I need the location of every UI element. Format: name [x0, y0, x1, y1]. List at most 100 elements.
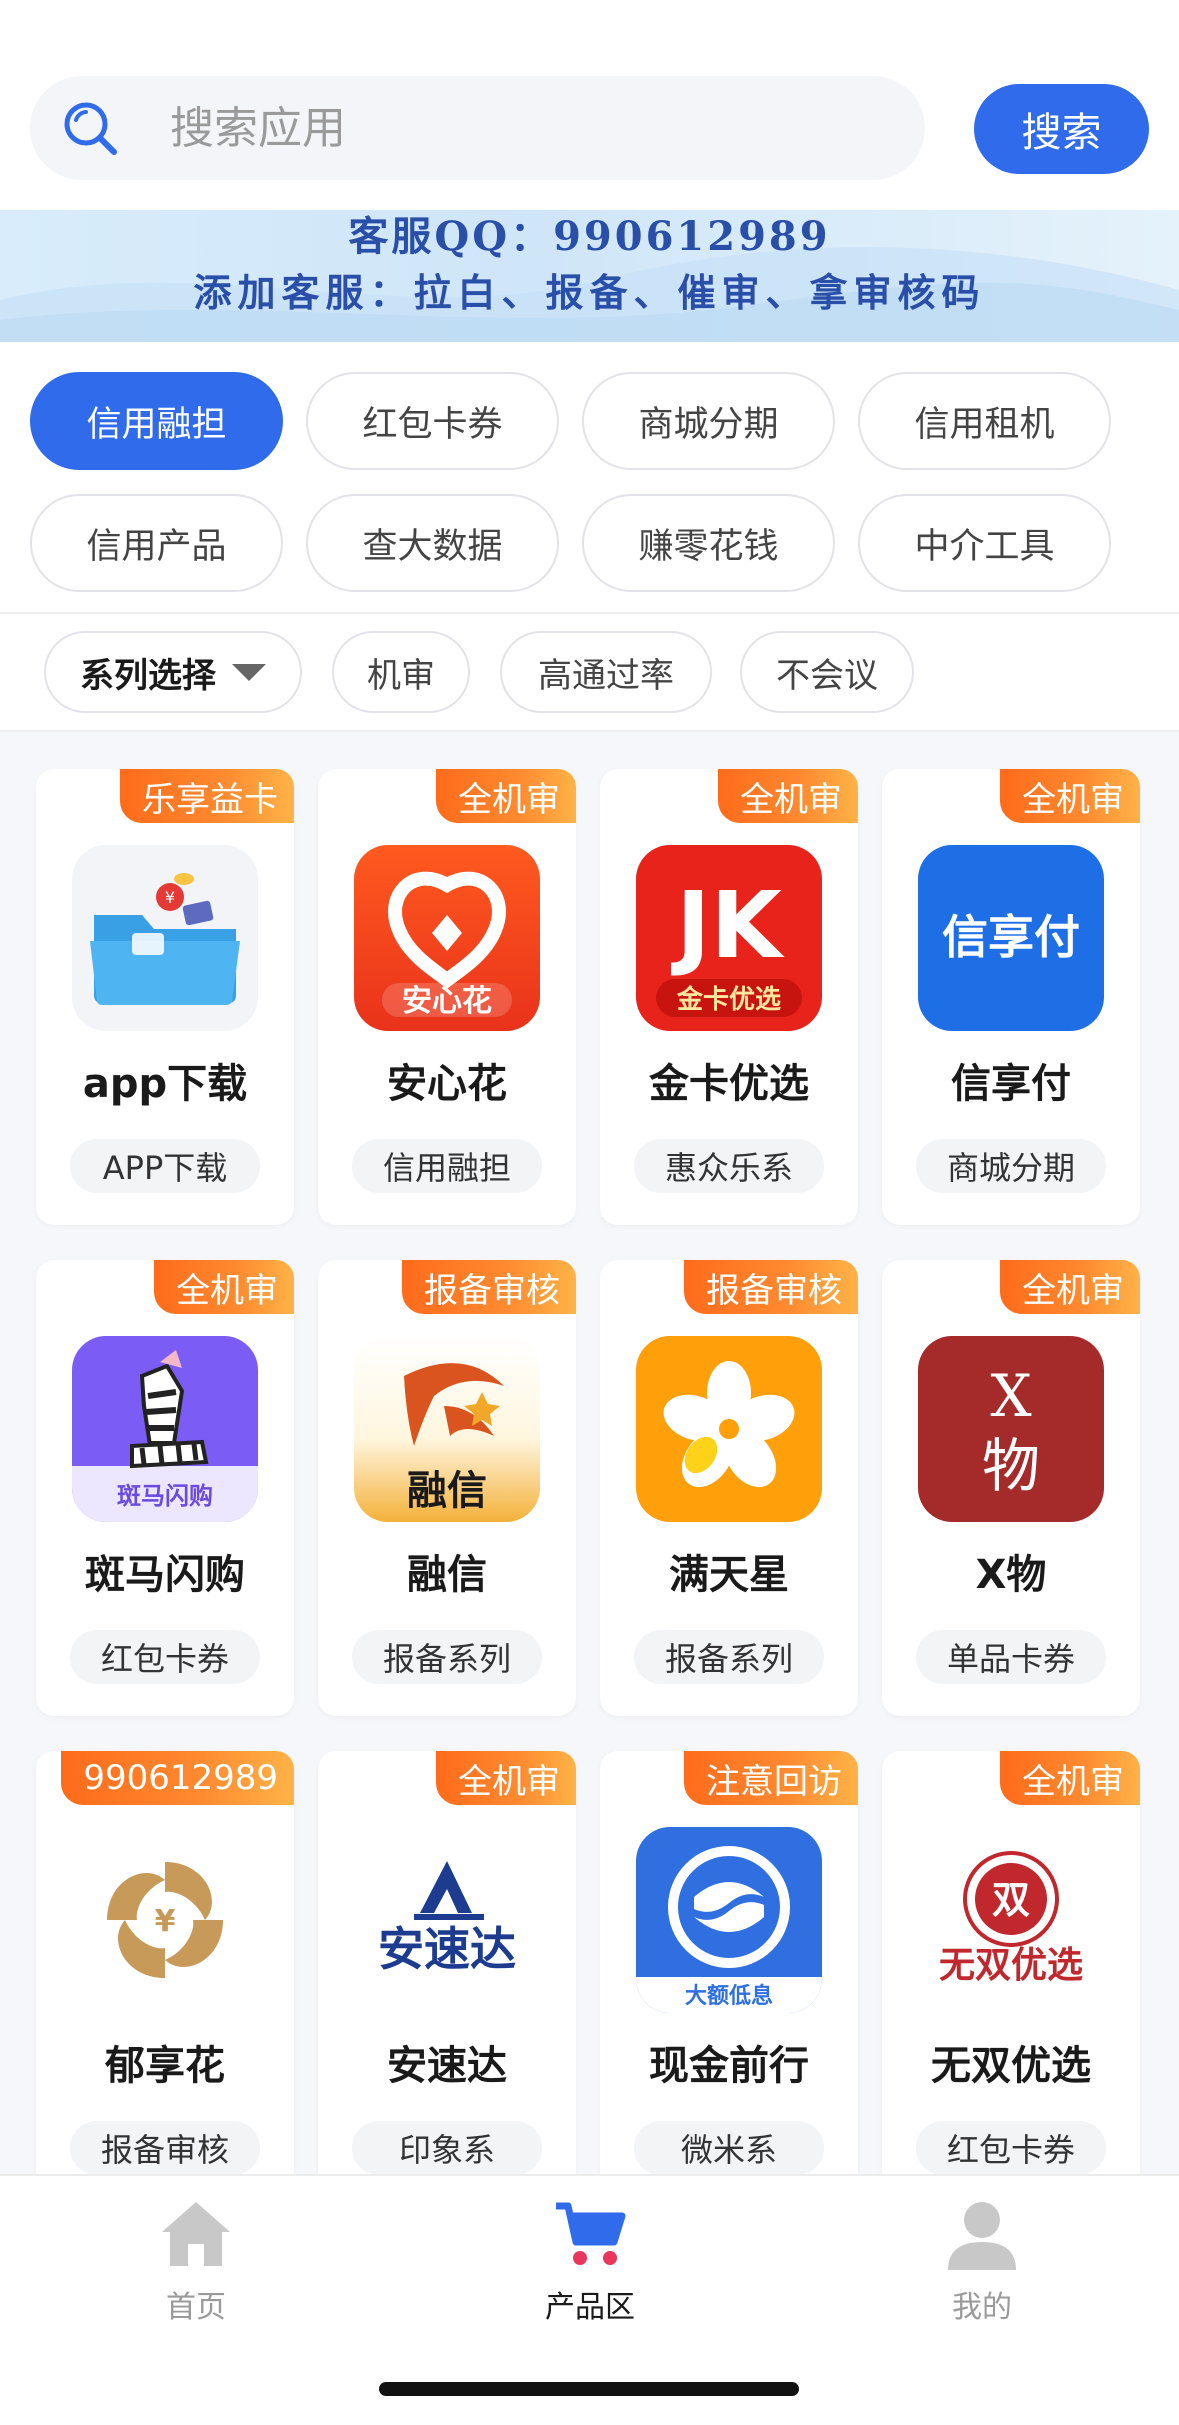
icon-text: 安速达	[378, 1922, 516, 1976]
nav-mine-label: 我的	[952, 2290, 1012, 2325]
product-tag: 全机审	[1000, 1751, 1140, 1805]
wushuang-icon: 双 无双优选	[918, 1827, 1104, 2013]
chevron-down-icon	[232, 663, 266, 681]
product-name: 斑马闪购	[85, 1552, 245, 1598]
product-card[interactable]: 全机审 安速达 安速达 印象系	[318, 1751, 576, 2174]
category-chip-phone-rental[interactable]: 信用租机	[858, 372, 1111, 470]
product-series: 报备系列	[352, 1630, 542, 1684]
icon-text: 安心花	[402, 984, 492, 1019]
product-tag: 全机审	[436, 769, 576, 823]
category-chip-credit-products[interactable]: 信用产品	[30, 494, 283, 592]
product-card[interactable]: 报备审核 满天星 报备系列	[600, 1260, 858, 1716]
search-box[interactable]	[30, 76, 925, 180]
product-tag: 报备审核	[684, 1260, 858, 1314]
svg-text:¥: ¥	[165, 888, 175, 907]
icon-text: 信享付	[942, 910, 1080, 964]
category-chip-mall-installment[interactable]: 商城分期	[582, 372, 835, 470]
icon-subtext: 金卡优选	[676, 984, 781, 1015]
search-input[interactable]	[170, 76, 890, 180]
product-series: 信用融担	[352, 1139, 542, 1193]
category-chip-big-data[interactable]: 查大数据	[306, 494, 559, 592]
nav-mine[interactable]: 我的	[882, 2190, 1082, 2325]
product-card[interactable]: 全机审 X 物 X物 单品卡券	[882, 1260, 1140, 1716]
product-name: 金卡优选	[649, 1061, 809, 1107]
category-chip-agent-tools[interactable]: 中介工具	[858, 494, 1111, 592]
product-tag: 全机审	[718, 769, 858, 823]
jk-icon: JK 金卡优选	[636, 845, 822, 1031]
product-name: 满天星	[669, 1552, 789, 1598]
icon-text: JK	[670, 872, 785, 979]
product-tag: 全机审	[436, 1751, 576, 1805]
product-name: 无双优选	[931, 2043, 1091, 2089]
home-indicator	[379, 2382, 799, 2396]
product-card[interactable]: 全机审 安心花 安心花 信用融担	[318, 769, 576, 1225]
product-name: 郁享花	[105, 2043, 225, 2089]
search-bar: 搜索	[0, 0, 1179, 210]
product-card[interactable]: 全机审 信享付 信享付 商城分期	[882, 769, 1140, 1225]
filter-no-meeting[interactable]: 不会议	[740, 631, 914, 713]
customer-service-banner[interactable]: 客服QQ：990612989 添加客服：拉白、报备、催审、拿审核码	[0, 210, 1179, 342]
icon-text: ¥	[155, 1904, 176, 1939]
product-tag: 全机审	[1000, 769, 1140, 823]
category-chip-earn-money[interactable]: 赚零花钱	[582, 494, 835, 592]
product-name: X物	[975, 1552, 1047, 1598]
nav-home[interactable]: 首页	[96, 2190, 296, 2325]
user-icon	[948, 2202, 1016, 2270]
icon-text: 斑马闪购	[117, 1482, 213, 1510]
product-series: 印象系	[352, 2121, 542, 2174]
icon-text: 无双优选	[939, 1945, 1083, 1986]
swirl-yuan-icon: ¥	[72, 1827, 258, 2013]
xwu-icon: X 物	[918, 1336, 1104, 1522]
flower-icon	[636, 1336, 822, 1522]
product-name: 现金前行	[649, 2043, 809, 2089]
product-name: 融信	[407, 1552, 487, 1598]
product-tag: 全机审	[154, 1260, 294, 1314]
cart-icon	[556, 2202, 626, 2265]
product-name: 安速达	[387, 2043, 507, 2089]
nav-products-label: 产品区	[545, 2290, 635, 2325]
zebra-icon: 斑马闪购	[72, 1336, 258, 1522]
app-screen: 搜索 客服QQ：990612989 添加客服：拉白、报备、催审、拿审核码 信用融…	[0, 0, 1179, 2425]
product-series: 报备系列	[634, 1630, 824, 1684]
nav-home-label: 首页	[166, 2290, 226, 2325]
xinxiangfu-icon: 信享付	[918, 845, 1104, 1031]
series-select-label: 系列选择	[80, 655, 216, 696]
product-tag: 报备审核	[402, 1260, 576, 1314]
category-chip-credit-guarantee[interactable]: 信用融担	[30, 372, 283, 470]
product-tag: 全机审	[1000, 1260, 1140, 1314]
series-select-dropdown[interactable]: 系列选择	[44, 631, 302, 713]
nav-products[interactable]: 产品区	[490, 2190, 690, 2325]
product-card[interactable]: 报备审核 融信 融信 报备系列	[318, 1260, 576, 1716]
filter-row: 系列选择 机审 高通过率 不会议	[0, 614, 1179, 732]
product-card[interactable]: 990612989 ¥ 郁享花 报备审核	[36, 1751, 294, 2174]
product-card[interactable]: 注意回访 大额低息 现金前行 微米系	[600, 1751, 858, 2174]
ansuda-icon: 安速达	[354, 1827, 540, 2013]
product-series: 商城分期	[916, 1139, 1106, 1193]
product-tag: 990612989	[61, 1751, 294, 1805]
product-name: 信享付	[951, 1061, 1071, 1107]
icon-text: 融信	[407, 1468, 487, 1514]
product-series: 报备审核	[70, 2121, 260, 2174]
banner-service-text: 添加客服：拉白、报备、催审、拿审核码	[193, 270, 986, 315]
product-name: app下载	[82, 1061, 248, 1107]
category-tabs: 信用融担 红包卡券 商城分期 信用租机 信用产品 查大数据 赚零花钱 中介工具	[0, 342, 1179, 612]
product-series: 单品卡券	[916, 1630, 1106, 1684]
product-grid: 乐享益卡 ¥ app下载 APP下载 全机审 安心花 安心花 信用融担 全机审 …	[0, 732, 1179, 2174]
product-card[interactable]: 全机审 JK 金卡优选 金卡优选 惠众乐系	[600, 769, 858, 1225]
product-card[interactable]: 全机审 斑马闪购 斑马闪购 红包卡券	[36, 1260, 294, 1716]
xianjin-icon: 大额低息	[636, 1827, 822, 2013]
product-tag: 注意回访	[684, 1751, 858, 1805]
category-chip-red-packet[interactable]: 红包卡券	[306, 372, 559, 470]
product-card[interactable]: 全机审 双 无双优选 无双优选 红包卡券	[882, 1751, 1140, 2174]
product-series: 惠众乐系	[634, 1139, 824, 1193]
home-icon	[162, 2202, 230, 2266]
filter-high-pass-rate[interactable]: 高通过率	[500, 631, 712, 713]
icon-text: 大额低息	[685, 1983, 773, 2009]
icon-text: X	[990, 1362, 1032, 1430]
product-card[interactable]: 乐享益卡 ¥ app下载 APP下载	[36, 769, 294, 1225]
filter-machine-review[interactable]: 机审	[332, 631, 470, 713]
product-name: 安心花	[387, 1061, 507, 1107]
search-button[interactable]: 搜索	[974, 84, 1149, 174]
rongxin-icon: 融信	[354, 1336, 540, 1522]
icon-subtext: 物	[982, 1432, 1040, 1500]
